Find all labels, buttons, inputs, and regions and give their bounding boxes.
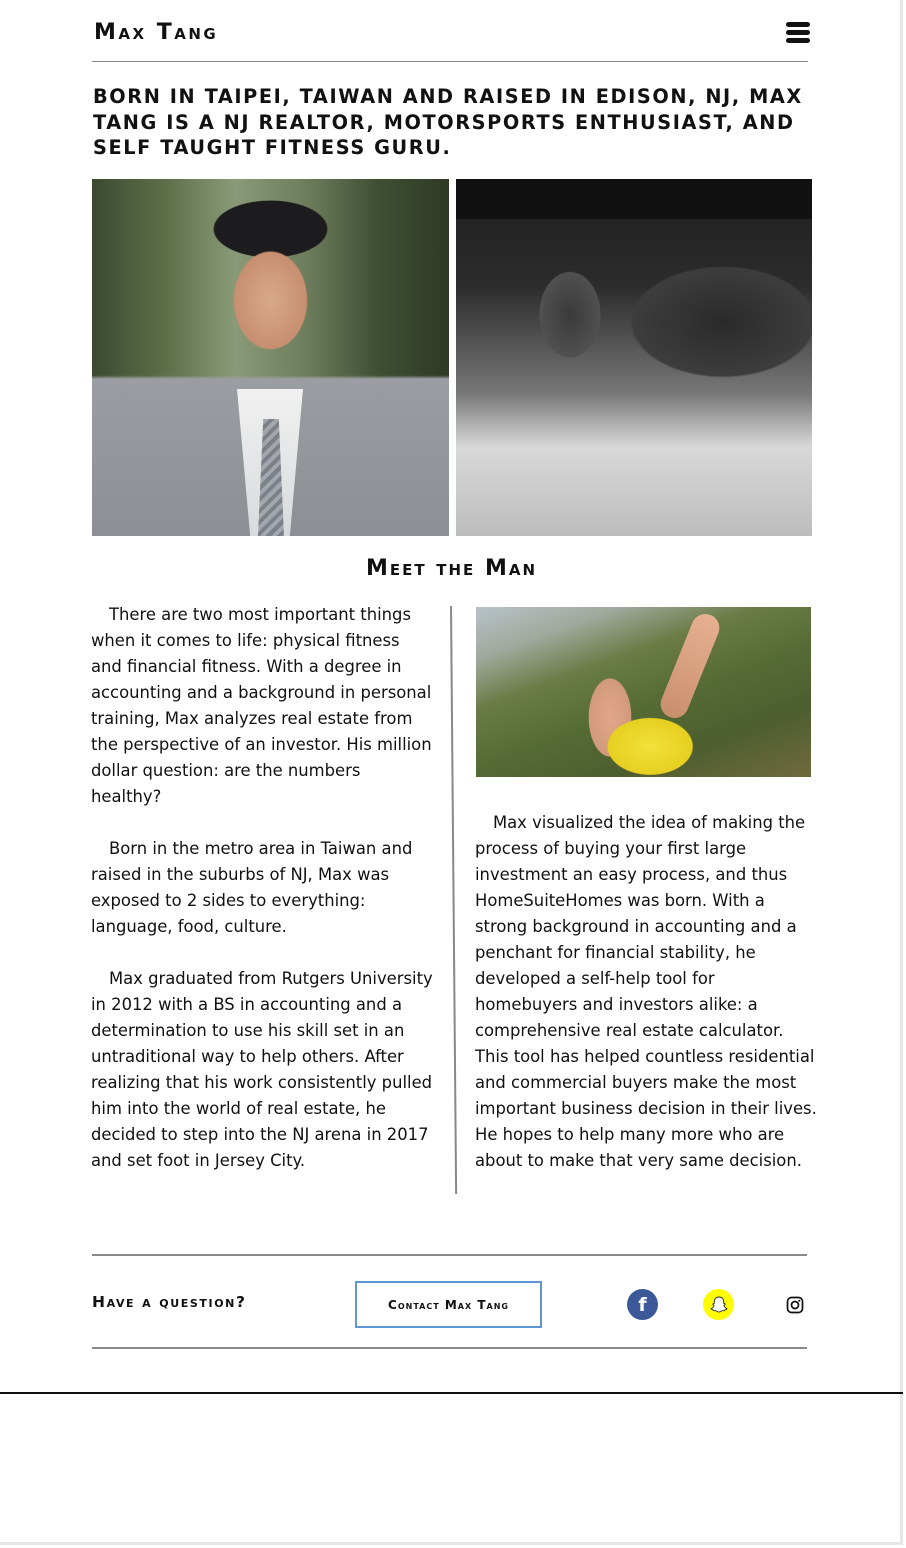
instagram-glyph bbox=[786, 1296, 803, 1313]
portrait-photo bbox=[92, 179, 449, 536]
hamburger-menu-icon[interactable] bbox=[786, 22, 810, 44]
footer-divider bbox=[92, 1254, 807, 1256]
site-title[interactable]: Max Tang bbox=[94, 20, 218, 45]
section-title: Meet the Man bbox=[365, 556, 538, 581]
instagram-icon[interactable] bbox=[779, 1289, 810, 1320]
page: Max Tang Born in Taipei, Taiwan and rais… bbox=[0, 0, 903, 1545]
menu-bar bbox=[786, 30, 810, 35]
menu-bar bbox=[786, 22, 810, 27]
bio-paragraph: Max visualized the idea of making the pr… bbox=[475, 813, 817, 1170]
left-column: There are two most important things when… bbox=[91, 602, 435, 1200]
outdoor-photo-arm bbox=[656, 609, 724, 723]
menu-bar bbox=[786, 38, 810, 43]
bio-paragraph: There are two most important things when… bbox=[91, 605, 432, 806]
facebook-glyph: f bbox=[638, 1293, 647, 1316]
column-divider bbox=[450, 605, 457, 1194]
contact-button[interactable]: Contact Max Tang bbox=[355, 1281, 542, 1328]
page-bottom-rule bbox=[0, 1392, 903, 1394]
bio-paragraph: Max graduated from Rutgers University in… bbox=[91, 969, 433, 1170]
fitness-photo bbox=[456, 179, 812, 536]
outdoor-photo bbox=[476, 607, 811, 777]
snapchat-ghost-glyph bbox=[709, 1296, 728, 1312]
footer-divider bbox=[92, 1347, 807, 1349]
fitness-photo-bar bbox=[456, 179, 812, 219]
question-label: Have a question? bbox=[92, 1293, 247, 1311]
right-column: Max visualized the idea of making the pr… bbox=[475, 810, 819, 1174]
bio-paragraph: Born in the metro area in Taiwan and rai… bbox=[91, 839, 413, 936]
intro-tagline: Born in Taipei, Taiwan and raised in Edi… bbox=[93, 85, 803, 159]
facebook-icon[interactable]: f bbox=[627, 1289, 658, 1320]
site-header: Max Tang bbox=[92, 16, 810, 62]
snapchat-icon[interactable] bbox=[703, 1289, 734, 1320]
